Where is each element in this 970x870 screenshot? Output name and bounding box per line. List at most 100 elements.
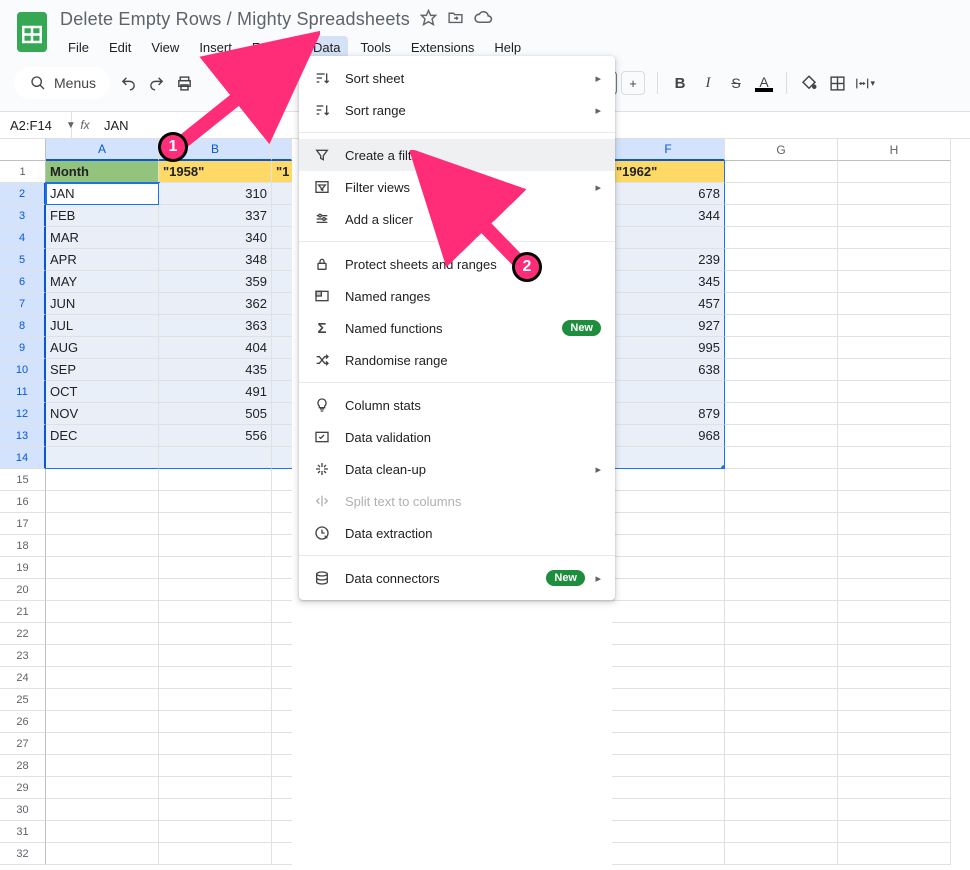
- cell[interactable]: [725, 513, 838, 535]
- cell[interactable]: [725, 645, 838, 667]
- menu-sort-range[interactable]: Sort range ▸: [299, 94, 615, 126]
- cell[interactable]: [612, 535, 725, 557]
- cell[interactable]: "1962": [612, 161, 725, 183]
- cell[interactable]: [725, 271, 838, 293]
- cell[interactable]: [612, 645, 725, 667]
- cell[interactable]: [159, 513, 272, 535]
- row-header[interactable]: 2: [0, 183, 46, 205]
- cell[interactable]: [838, 799, 951, 821]
- cell[interactable]: [725, 425, 838, 447]
- star-icon[interactable]: [420, 9, 437, 29]
- cell[interactable]: [272, 381, 292, 403]
- cell[interactable]: [725, 359, 838, 381]
- cell[interactable]: 491: [159, 381, 272, 403]
- cell[interactable]: [272, 491, 292, 513]
- menu-sort-sheet[interactable]: Sort sheet ▸: [299, 62, 615, 94]
- font-size-increase[interactable]: +: [621, 71, 645, 95]
- cell[interactable]: [725, 821, 838, 843]
- cell[interactable]: [725, 777, 838, 799]
- cell[interactable]: [272, 821, 292, 843]
- cell[interactable]: [725, 579, 838, 601]
- menu-protect-sheets[interactable]: Protect sheets and ranges: [299, 248, 615, 280]
- cell[interactable]: 968: [612, 425, 725, 447]
- cell[interactable]: [272, 249, 292, 271]
- cell[interactable]: 345: [612, 271, 725, 293]
- cell[interactable]: [272, 227, 292, 249]
- cell[interactable]: [159, 799, 272, 821]
- fill-color-icon[interactable]: [799, 73, 819, 93]
- cell[interactable]: [159, 733, 272, 755]
- col-header-g[interactable]: G: [725, 139, 838, 161]
- cell[interactable]: [612, 469, 725, 491]
- row-header[interactable]: 31: [0, 821, 46, 843]
- cell[interactable]: [838, 645, 951, 667]
- row-header[interactable]: 25: [0, 689, 46, 711]
- cell[interactable]: [159, 557, 272, 579]
- cell[interactable]: MAY: [46, 271, 159, 293]
- cell[interactable]: [159, 491, 272, 513]
- cell[interactable]: [838, 755, 951, 777]
- cell[interactable]: [46, 733, 159, 755]
- cell[interactable]: 363: [159, 315, 272, 337]
- col-header-a[interactable]: A: [46, 139, 159, 161]
- row-header[interactable]: 29: [0, 777, 46, 799]
- move-folder-icon[interactable]: [447, 9, 464, 29]
- cell[interactable]: 505: [159, 403, 272, 425]
- cell[interactable]: [46, 447, 159, 469]
- cell[interactable]: [159, 821, 272, 843]
- cell[interactable]: MAR: [46, 227, 159, 249]
- cell[interactable]: [46, 689, 159, 711]
- cell[interactable]: [725, 227, 838, 249]
- cell[interactable]: [46, 777, 159, 799]
- row-header[interactable]: 16: [0, 491, 46, 513]
- cell[interactable]: [159, 645, 272, 667]
- cell[interactable]: [272, 535, 292, 557]
- cell[interactable]: [725, 183, 838, 205]
- cell[interactable]: APR: [46, 249, 159, 271]
- row-header[interactable]: 30: [0, 799, 46, 821]
- print-icon[interactable]: [174, 73, 194, 93]
- bold-icon[interactable]: B: [670, 73, 690, 93]
- cell[interactable]: [838, 161, 951, 183]
- cell[interactable]: [838, 403, 951, 425]
- cell[interactable]: [612, 777, 725, 799]
- cell[interactable]: [838, 337, 951, 359]
- col-header-f[interactable]: F: [612, 139, 725, 161]
- cell[interactable]: 348: [159, 249, 272, 271]
- cell[interactable]: 337: [159, 205, 272, 227]
- cell[interactable]: [612, 513, 725, 535]
- cell[interactable]: 404: [159, 337, 272, 359]
- cell[interactable]: [838, 601, 951, 623]
- cell[interactable]: [272, 513, 292, 535]
- cell[interactable]: [46, 535, 159, 557]
- redo-icon[interactable]: [146, 73, 166, 93]
- cell[interactable]: [725, 557, 838, 579]
- merge-cells-icon[interactable]: ▾: [855, 73, 875, 93]
- cell[interactable]: [725, 535, 838, 557]
- row-header[interactable]: 27: [0, 733, 46, 755]
- cell[interactable]: [612, 733, 725, 755]
- cell[interactable]: [272, 579, 292, 601]
- cell[interactable]: 678: [612, 183, 725, 205]
- cell[interactable]: [725, 689, 838, 711]
- cell[interactable]: [46, 799, 159, 821]
- cell[interactable]: [838, 447, 951, 469]
- row-header[interactable]: 15: [0, 469, 46, 491]
- cell[interactable]: [725, 711, 838, 733]
- cell[interactable]: [272, 667, 292, 689]
- cell[interactable]: [612, 557, 725, 579]
- cell[interactable]: [272, 183, 292, 205]
- menu-insert[interactable]: Insert: [191, 36, 240, 59]
- menus-search[interactable]: Menus: [14, 67, 110, 99]
- cell[interactable]: [612, 601, 725, 623]
- row-header[interactable]: 21: [0, 601, 46, 623]
- cell[interactable]: [838, 579, 951, 601]
- cell[interactable]: [725, 447, 838, 469]
- cell[interactable]: [159, 535, 272, 557]
- cell[interactable]: JAN: [46, 183, 159, 205]
- cell[interactable]: [838, 227, 951, 249]
- cell[interactable]: 310: [159, 183, 272, 205]
- cell[interactable]: [838, 689, 951, 711]
- row-header[interactable]: 8: [0, 315, 46, 337]
- cell[interactable]: [46, 821, 159, 843]
